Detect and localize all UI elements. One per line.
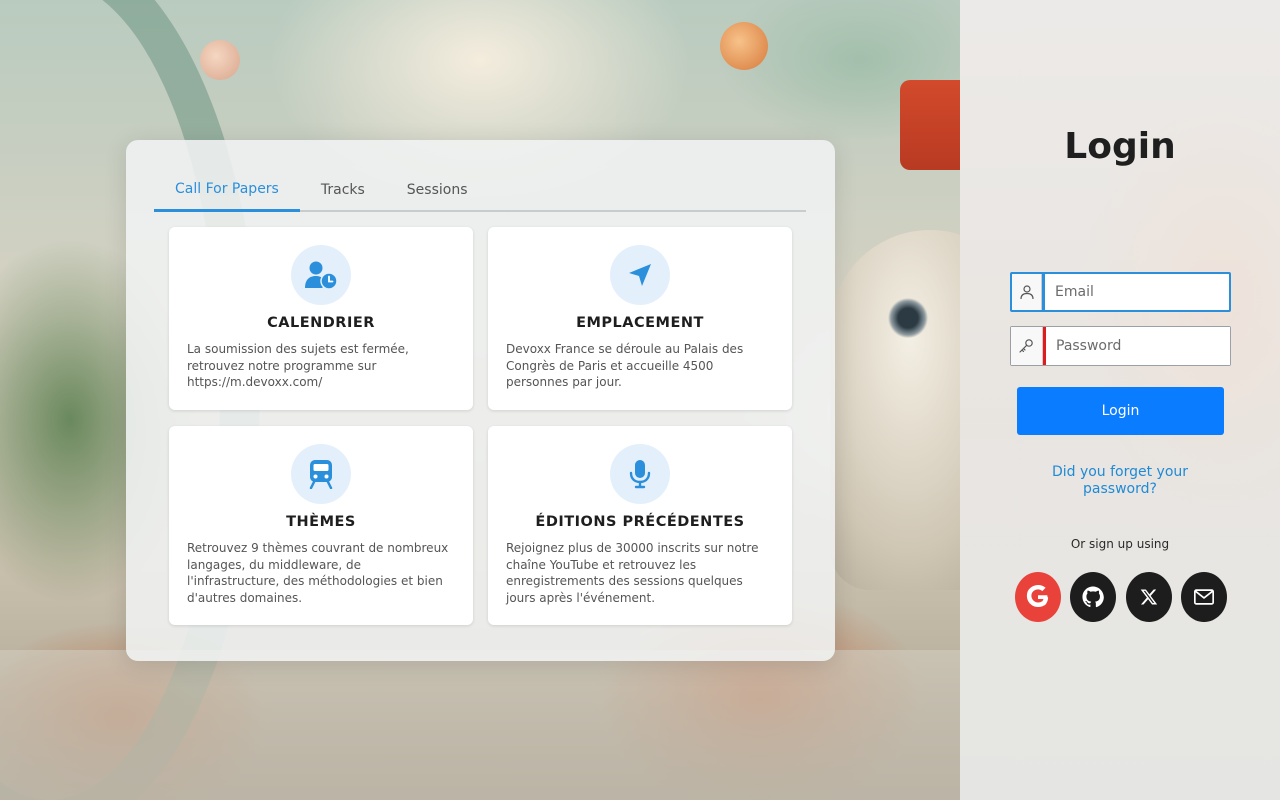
feature-title: CALENDRIER [267,315,375,331]
github-icon [1082,586,1104,608]
password-input[interactable] [1046,327,1230,365]
email-field [1010,272,1231,312]
tab-sessions[interactable]: Sessions [386,168,489,212]
feature-card-themes: THÈMES Retrouvez 9 thèmes couvrant de no… [169,426,473,625]
login-title: Login [1064,126,1176,167]
sign-shape [900,80,960,170]
email-signin-button[interactable] [1181,572,1227,622]
email-input[interactable] [1045,274,1229,310]
x-signin-button[interactable] [1126,572,1172,622]
lamp-shape [200,40,240,80]
password-field [1010,326,1231,366]
forgot-password-link[interactable]: Did you forget your password? [1020,464,1220,498]
feature-text: Devoxx France se déroule au Palais des C… [506,342,744,389]
x-icon [1140,589,1158,605]
tab-call-for-papers[interactable]: Call For Papers [154,168,300,212]
github-signin-button[interactable] [1070,572,1116,622]
tab-tracks[interactable]: Tracks [300,168,386,212]
feature-title: EMPLACEMENT [576,315,704,331]
feature-card-emplacement: EMPLACEMENT Devoxx France se déroule au … [488,227,792,410]
google-signin-button[interactable] [1015,572,1061,622]
robot-eye-shape [888,298,928,338]
feature-title: THÈMES [286,514,356,530]
user-clock-icon [291,245,351,305]
floor-shape [0,650,960,800]
key-icon [1011,327,1043,365]
feature-card-calendrier: CALENDRIER La soumission des sujets est … [169,227,473,410]
feature-text: Rejoignez plus de 30000 inscrits sur not… [506,541,759,605]
login-button[interactable]: Login [1017,387,1224,435]
google-icon [1026,585,1049,607]
feature-card-editions: ÉDITIONS PRÉCÉDENTES Rejoignez plus de 3… [488,426,792,625]
lamp-shape [720,22,768,70]
login-panel: Login Login Did you forget your password… [960,0,1280,800]
feature-text: Retrouvez 9 thèmes couvrant de nombreux … [187,541,449,605]
microphone-icon [610,444,670,504]
robot-shape [830,230,960,590]
location-arrow-icon [610,245,670,305]
train-icon [291,444,351,504]
info-card: Call For Papers Tracks Sessions CALENDRI… [126,140,835,661]
mail-icon [1194,589,1214,605]
feature-text: La soumission des sujets est fermée, ret… [187,342,409,389]
feature-title: ÉDITIONS PRÉCÉDENTES [535,514,745,530]
user-icon [1012,274,1043,310]
or-signup-label: Or sign up using [1070,537,1170,551]
tab-bar: Call For Papers Tracks Sessions [154,168,806,212]
